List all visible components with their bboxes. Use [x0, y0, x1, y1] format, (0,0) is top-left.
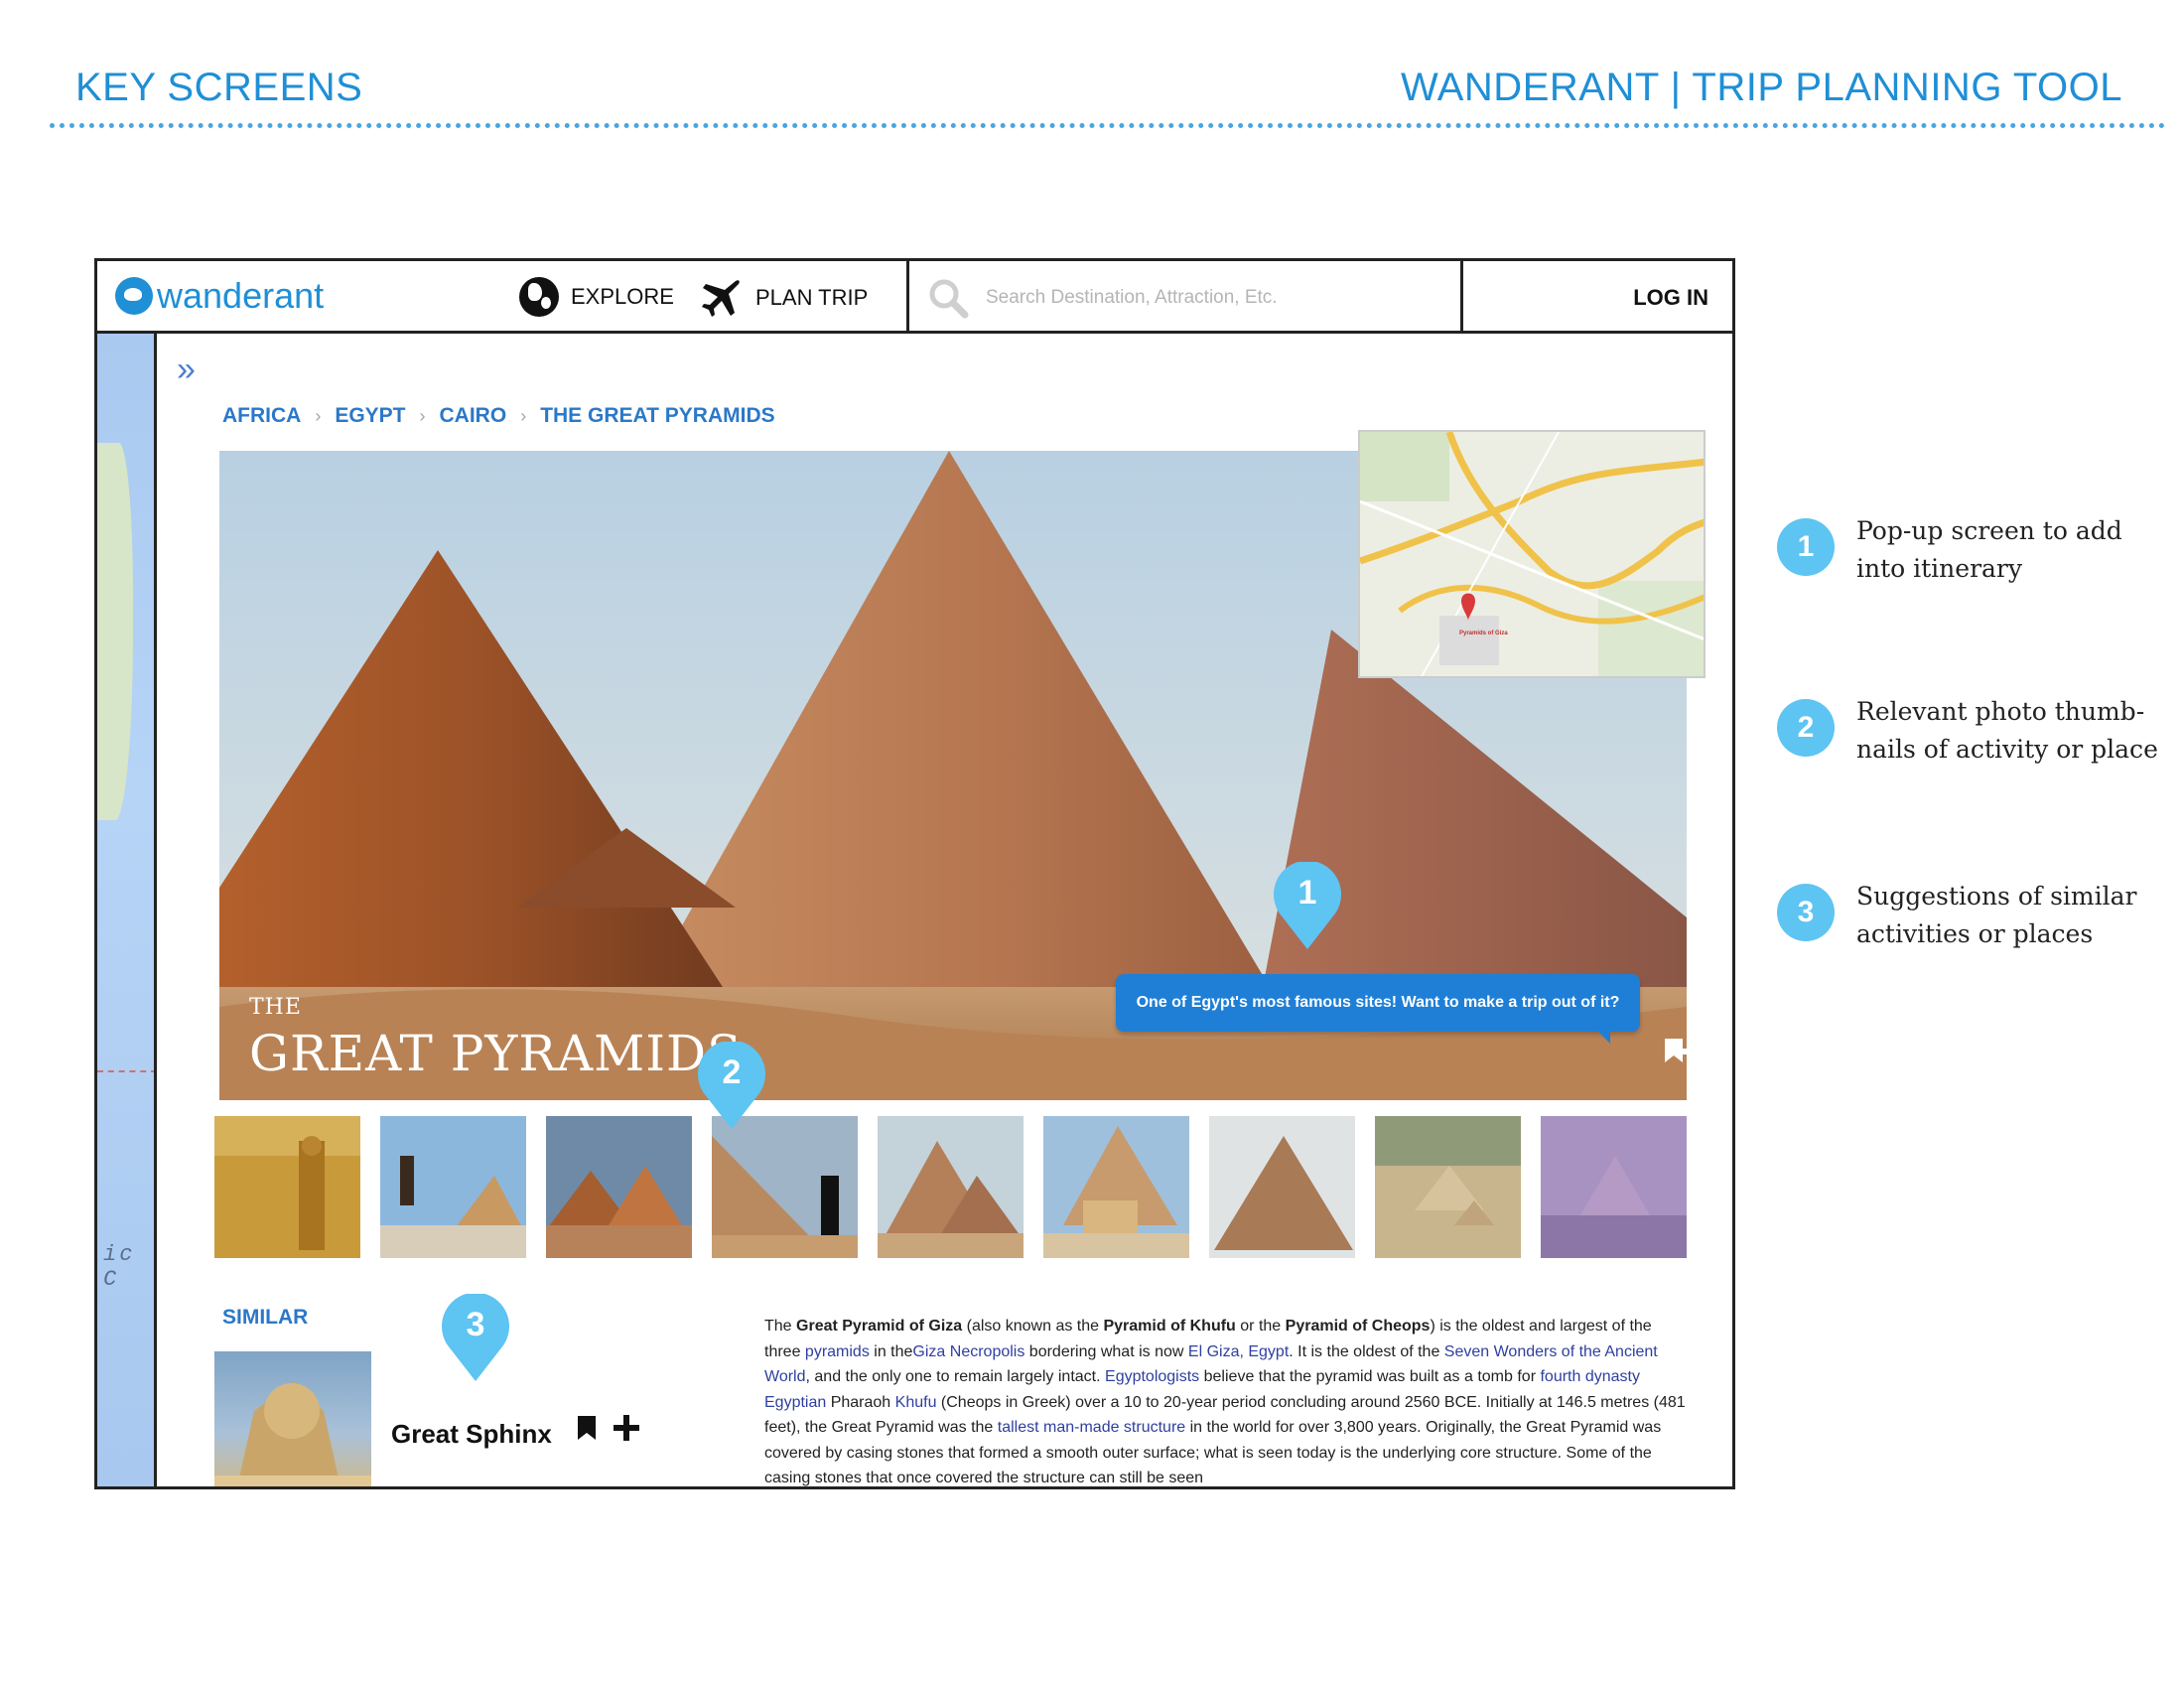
annotation-text: Relevant photo thumb-nails of activity o…: [1856, 697, 2158, 764]
map-label: ic C: [103, 1242, 136, 1292]
side-map-panel[interactable]: ic C: [97, 334, 157, 1486]
description-link[interactable]: tallest man-made structure: [998, 1419, 1185, 1436]
breadcrumb: AFRICA › EGYPT › CAIRO › THE GREAT PYRAM…: [222, 404, 775, 428]
add-trip-popup[interactable]: One of Egypt's most famous sites! Want t…: [1116, 974, 1640, 1044]
breadcrumb-africa[interactable]: AFRICA: [222, 404, 301, 428]
similar-item-actions: [576, 1413, 641, 1443]
location-map[interactable]: Pyramids of Giza: [1358, 430, 1706, 678]
photo-thumbnail[interactable]: [1375, 1116, 1521, 1258]
annotation-item-2: 2 Relevant photo thumb-nails of activity…: [1777, 693, 2158, 769]
bookmark-icon[interactable]: [576, 1414, 598, 1442]
project-title: WANDERANT | TRIP PLANNING TOOL: [1400, 66, 2122, 109]
annotation-marker-2: 2: [696, 1042, 767, 1131]
description-link[interactable]: El Giza, Egypt: [1188, 1343, 1289, 1360]
annotation-text: Pop-up screen to add into itinerary: [1856, 516, 2122, 583]
logo[interactable]: wanderant: [115, 275, 324, 317]
explore-label: EXPLORE: [571, 284, 674, 309]
breadcrumb-egypt[interactable]: EGYPT: [335, 404, 405, 428]
hero-pretitle: THE: [249, 995, 302, 1020]
airplane-icon: [702, 280, 740, 317]
chevron-right-icon: ›: [520, 405, 527, 426]
plan-trip-label: PLAN TRIP: [755, 285, 869, 310]
logo-bird-icon: [115, 277, 153, 315]
logo-text: wanderant: [157, 275, 325, 316]
nav-divider: [1460, 261, 1463, 334]
website-mockup: wanderant EXPLORE PLAN TRIP LOG IN ic C …: [94, 258, 1735, 1489]
breadcrumb-great-pyramids[interactable]: THE GREAT PYRAMIDS: [540, 404, 774, 428]
photo-thumbnail[interactable]: [214, 1116, 360, 1258]
annotation-marker-3: 3: [440, 1294, 511, 1383]
map-roads: [1360, 432, 1704, 676]
photo-thumbnails: [214, 1116, 1687, 1258]
annotation-item-3: 3 Suggestions of similar activities or pl…: [1777, 878, 2154, 953]
place-description: The Great Pyramid of Giza (also known as…: [764, 1318, 1686, 1486]
map-boundary-line: [97, 1070, 154, 1072]
photo-thumbnail[interactable]: [712, 1116, 858, 1258]
similar-item-name[interactable]: Great Sphinx: [391, 1419, 552, 1450]
photo-thumbnail[interactable]: [1541, 1116, 1687, 1258]
plus-icon[interactable]: [1677, 1037, 1687, 1066]
search-icon: [929, 279, 969, 319]
nav-divider: [906, 261, 909, 334]
annotation-item-1: 1 Pop-up screen to add into itinerary: [1777, 512, 2154, 588]
photo-thumbnail[interactable]: [878, 1116, 1024, 1258]
globe-icon: [519, 277, 559, 317]
login-button[interactable]: LOG IN: [1633, 285, 1708, 311]
photo-thumbnail[interactable]: [380, 1116, 526, 1258]
explore-nav-item[interactable]: EXPLORE: [519, 277, 674, 317]
chevron-right-icon: ›: [315, 405, 322, 426]
top-nav: wanderant EXPLORE PLAN TRIP LOG IN: [97, 261, 1732, 334]
similar-heading: SIMILAR: [222, 1306, 309, 1329]
page-section-title: KEY SCREENS: [75, 66, 363, 109]
breadcrumb-cairo[interactable]: CAIRO: [440, 404, 507, 428]
hero-title: GREAT PYRAMIDS: [249, 1025, 743, 1082]
photo-thumbnail[interactable]: [1043, 1116, 1189, 1258]
description-link[interactable]: Egyptologists: [1105, 1368, 1199, 1385]
search-input[interactable]: [984, 279, 1444, 317]
plan-trip-nav-item[interactable]: PLAN TRIP: [700, 277, 868, 319]
photo-thumbnail[interactable]: [1209, 1116, 1355, 1258]
annotation-number: 1: [1777, 518, 1835, 576]
chevron-right-icon: ›: [419, 405, 426, 426]
expand-panel-icon[interactable]: »: [177, 351, 196, 389]
annotation-text: Suggestions of similar activities or plac…: [1856, 882, 2137, 948]
plus-icon[interactable]: [612, 1413, 641, 1443]
description-link[interactable]: pyramids: [805, 1343, 870, 1360]
map-pin-label: Pyramids of Giza: [1459, 631, 1508, 636]
map-landmass: [97, 443, 133, 820]
description-link[interactable]: Giza Necropolis: [912, 1343, 1024, 1360]
header-divider: [50, 123, 2166, 128]
annotation-number: 2: [1777, 699, 1835, 757]
description-link[interactable]: Khufu: [895, 1394, 937, 1411]
similar-item-photo[interactable]: [214, 1351, 371, 1486]
photo-thumbnail[interactable]: [546, 1116, 692, 1258]
annotation-marker-1: 1: [1272, 862, 1343, 951]
annotation-number: 3: [1777, 884, 1835, 941]
